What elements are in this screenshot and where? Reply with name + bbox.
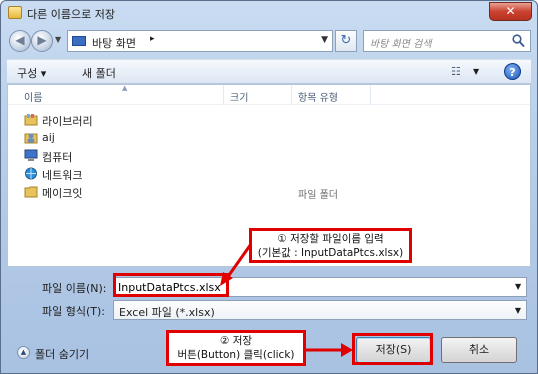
cancel-button[interactable]: 취소: [441, 337, 517, 363]
title-bar[interactable]: 다른 이름으로 저장 ✕: [1, 1, 537, 25]
step2-line2: 버튼(Button) 클릭(click): [177, 349, 295, 361]
search-input[interactable]: 바탕 화면 검색: [363, 30, 531, 52]
breadcrumb-arrow-icon[interactable]: ▸: [150, 34, 155, 44]
organize-button[interactable]: 구성 ▾: [17, 65, 46, 81]
window-title: 다른 이름으로 저장: [27, 8, 115, 21]
item-name: aij: [42, 131, 55, 144]
list-item[interactable]: 컴퓨터: [8, 147, 530, 165]
close-button[interactable]: ✕: [489, 2, 532, 21]
column-divider[interactable]: [291, 85, 292, 105]
chevron-up-icon[interactable]: ▲: [17, 346, 30, 359]
views-icon[interactable]: ☷: [451, 65, 461, 78]
column-name[interactable]: 이름: [24, 89, 42, 104]
address-bar[interactable]: 바탕 화면 ▸ ▼: [67, 30, 333, 52]
forward-button[interactable]: ▶: [31, 30, 53, 52]
folder-icon: [24, 186, 38, 198]
item-name: 라이브러리: [42, 115, 93, 128]
item-type: 파일 폴더: [298, 190, 338, 201]
item-name: 네트워크: [42, 169, 83, 182]
step1-arrow: [220, 243, 253, 286]
hide-folders-label[interactable]: 폴더 숨기기: [35, 346, 89, 362]
network-icon: [25, 167, 37, 180]
folder-icon: [8, 6, 22, 19]
refresh-button[interactable]: ↻: [335, 30, 357, 52]
chevron-down-icon[interactable]: ▼: [515, 306, 521, 315]
filetype-select[interactable]: Excel 파일 (*.xlsx) ▼: [113, 300, 527, 320]
chevron-down-icon[interactable]: ▼: [515, 282, 521, 291]
filetype-value: Excel 파일 (*.xlsx): [119, 306, 215, 319]
desktop-icon: [72, 36, 86, 46]
address-location[interactable]: 바탕 화면: [92, 35, 136, 51]
step2-arrow: [305, 343, 353, 357]
item-name: 메이크잇: [42, 187, 83, 200]
save-highlight: [352, 333, 433, 365]
new-folder-button[interactable]: 새 폴더: [82, 65, 116, 81]
step2-callout: ② 저장 버튼(Button) 클릭(click): [166, 330, 306, 366]
filename-highlight: [113, 273, 229, 297]
toolbar: 구성 ▾ 새 폴더 ☷ ▼ ?: [7, 59, 531, 84]
user-folder-icon: [24, 133, 38, 144]
step1-callout: ① 저장할 파일이름 입력 (기본값 : InputDataPtcs.xlsx): [249, 228, 412, 263]
list-item[interactable]: aij: [8, 129, 530, 147]
filetype-label: 파일 형식(T):: [42, 305, 105, 318]
list-item[interactable]: 메이크잇 파일 폴더: [8, 183, 530, 201]
help-icon[interactable]: ?: [504, 63, 521, 80]
computer-icon: [24, 149, 38, 161]
item-name: 컴퓨터: [42, 151, 73, 164]
recent-locations-dropdown[interactable]: ▼: [55, 35, 61, 44]
search-icon[interactable]: [512, 34, 525, 48]
column-divider[interactable]: [223, 85, 224, 105]
views-dropdown-icon[interactable]: ▼: [473, 67, 479, 76]
column-header: ▲ 이름 크기 항목 유형: [8, 84, 530, 105]
list-item[interactable]: 네트워크: [8, 165, 530, 183]
step1-line2: (기본값 : InputDataPtcs.xlsx): [257, 247, 404, 259]
column-type[interactable]: 항목 유형: [298, 89, 338, 104]
step2-line1: ② 저장: [219, 335, 253, 347]
sort-arrow-icon: ▲: [122, 84, 128, 92]
filename-label: 파일 이름(N):: [42, 282, 107, 295]
list-item[interactable]: 라이브러리: [8, 111, 530, 129]
column-divider[interactable]: [370, 85, 371, 105]
address-row: ◀ ▶ ▼ 바탕 화면 ▸ ▼ ↻ 바탕 화면 검색: [7, 28, 531, 55]
chevron-down-icon[interactable]: ▼: [321, 35, 328, 45]
library-icon: [24, 114, 38, 126]
step1-line1: ① 저장할 파일이름 입력: [277, 233, 384, 245]
save-as-dialog: 다른 이름으로 저장 ✕ ◀ ▶ ▼ 바탕 화면 ▸ ▼ ↻ 바탕 화면 검색 …: [0, 0, 538, 374]
back-button[interactable]: ◀: [9, 30, 31, 52]
column-size[interactable]: 크기: [230, 89, 248, 104]
search-placeholder: 바탕 화면 검색: [370, 39, 432, 50]
